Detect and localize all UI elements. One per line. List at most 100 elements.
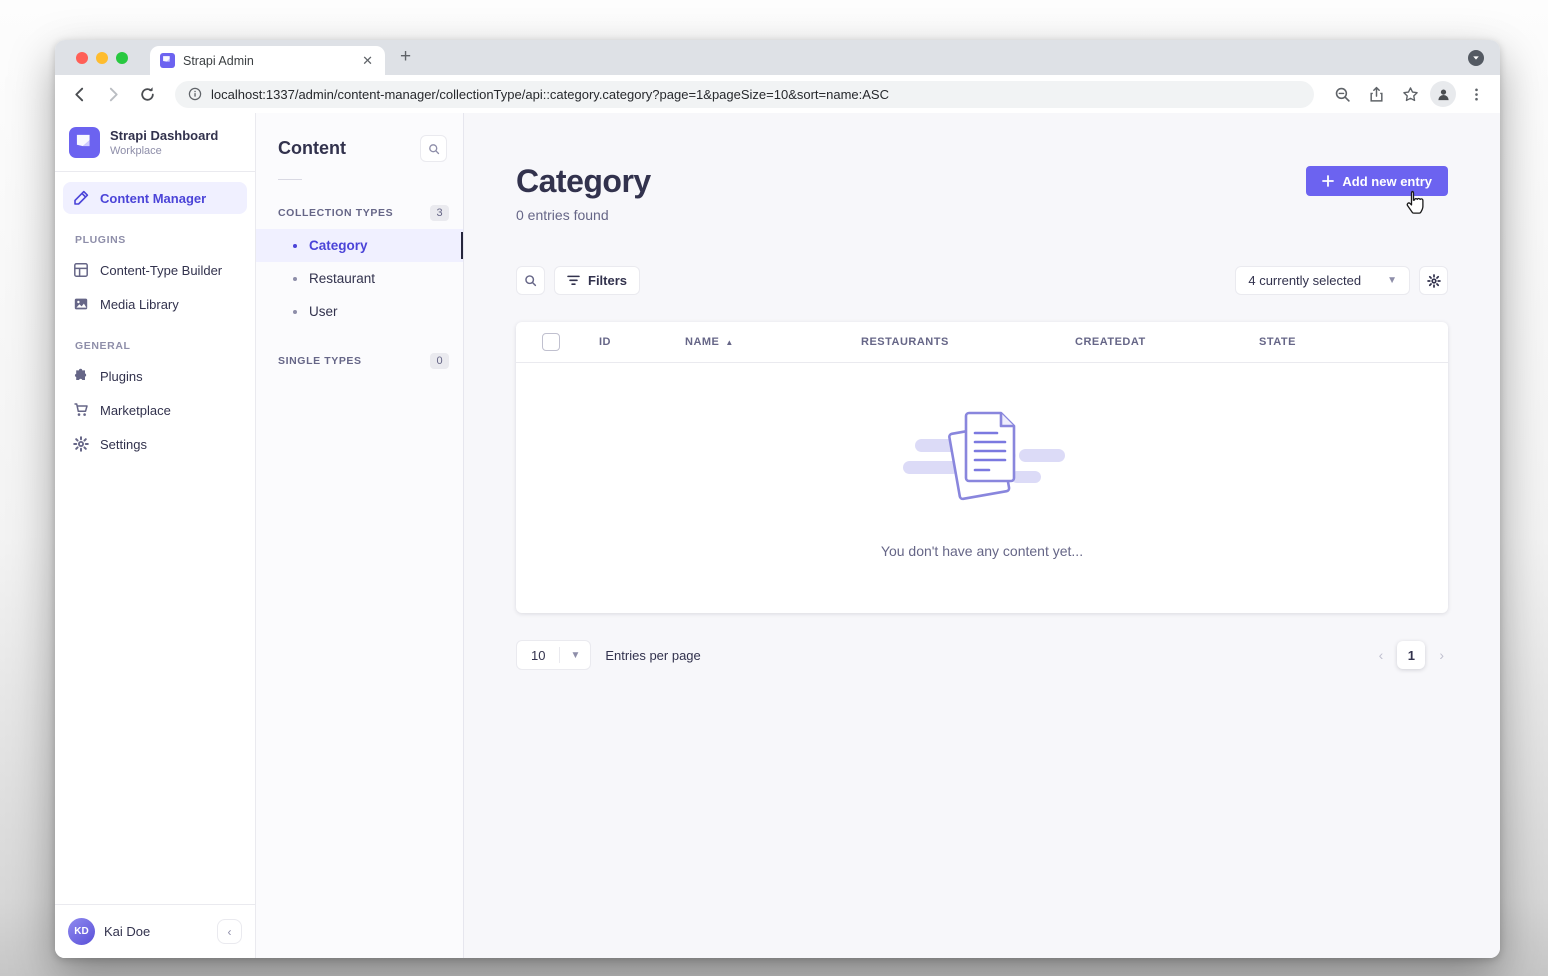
- browser-tabstrip: Strapi Admin ✕ +: [55, 40, 1500, 75]
- subnav-item-category[interactable]: Category: [256, 229, 463, 262]
- filters-label: Filters: [588, 273, 627, 288]
- forward-button[interactable]: [99, 80, 127, 108]
- strapi-favicon-icon: [160, 53, 175, 68]
- subnav-search-button[interactable]: [420, 135, 447, 162]
- browser-window: Strapi Admin ✕ + localhost:1337/admin/co…: [55, 40, 1500, 958]
- filter-icon: [567, 275, 580, 286]
- search-icon: [428, 143, 440, 155]
- previous-page-button[interactable]: ‹: [1375, 647, 1388, 663]
- reload-button[interactable]: [133, 80, 161, 108]
- select-all-checkbox[interactable]: [542, 333, 560, 351]
- maximize-window-button[interactable]: [116, 52, 128, 64]
- sidebar-item-settings[interactable]: Settings: [63, 428, 247, 460]
- content-subnav: Content COLLECTION TYPES 3 Category Rest…: [256, 113, 464, 958]
- tab-title: Strapi Admin: [183, 54, 352, 68]
- pagination-row: 10 ▼ Entries per page ‹ 1 ›: [516, 640, 1448, 670]
- sidebar-item-label: Content-Type Builder: [100, 263, 222, 278]
- page-title: Category: [516, 163, 651, 200]
- layout-icon: [73, 262, 89, 278]
- minimize-window-button[interactable]: [96, 52, 108, 64]
- chevron-down-icon: [1472, 54, 1480, 62]
- column-header-state[interactable]: STATE: [1259, 336, 1448, 348]
- page-size-select[interactable]: 10 ▼: [516, 640, 591, 670]
- browser-tab[interactable]: Strapi Admin ✕: [150, 46, 385, 75]
- user-avatar[interactable]: KD: [68, 918, 95, 945]
- sidebar-item-content-manager[interactable]: Content Manager: [63, 182, 247, 214]
- subnav-divider: [278, 179, 302, 180]
- bullet-icon: [293, 310, 297, 314]
- column-header-createdat[interactable]: CREATEDAT: [1075, 336, 1259, 348]
- sidebar-nav: Content Manager PLUGINS Content-Type Bui…: [55, 172, 255, 462]
- main-sidebar: Strapi Dashboard Workplace Content Manag…: [55, 113, 256, 958]
- site-info-icon[interactable]: [188, 87, 202, 101]
- share-icon[interactable]: [1362, 80, 1390, 108]
- browser-menu-icon[interactable]: [1462, 80, 1490, 108]
- url-text: localhost:1337/admin/content-manager/col…: [211, 87, 889, 102]
- single-types-count: 0: [430, 353, 449, 369]
- sidebar-section-general: GENERAL: [75, 340, 247, 352]
- column-header-id[interactable]: ID: [599, 336, 685, 348]
- zoom-icon[interactable]: [1328, 80, 1356, 108]
- fields-select[interactable]: 4 currently selected ▼: [1235, 266, 1410, 295]
- sidebar-section-plugins: PLUGINS: [75, 234, 247, 246]
- sidebar-item-label: Content Manager: [100, 191, 206, 206]
- column-header-name[interactable]: NAME ▲: [685, 336, 861, 348]
- collapse-sidebar-button[interactable]: ‹: [217, 919, 242, 944]
- chevron-down-icon: ▼: [1387, 275, 1397, 286]
- gear-icon: [1427, 274, 1441, 288]
- sidebar-user-footer: KD Kai Doe ‹: [55, 904, 255, 958]
- collection-types-count: 3: [430, 205, 449, 221]
- empty-documents-illustration: [893, 401, 1071, 513]
- column-header-label: NAME: [685, 336, 719, 348]
- workspace-brand[interactable]: Strapi Dashboard Workplace: [55, 113, 255, 171]
- puzzle-icon: [73, 368, 89, 384]
- bullet-icon: [293, 277, 297, 281]
- sidebar-item-marketplace[interactable]: Marketplace: [63, 394, 247, 426]
- plus-icon: [1322, 175, 1334, 187]
- add-new-entry-label: Add new entry: [1342, 174, 1432, 189]
- empty-state-message: You don't have any content yet...: [881, 543, 1083, 559]
- view-settings-button[interactable]: [1419, 266, 1448, 295]
- entries-per-page-label: Entries per page: [605, 648, 700, 663]
- bookmark-star-icon[interactable]: [1396, 80, 1424, 108]
- entries-table: ID NAME ▲ RESTAURANTS CREATEDAT STATE: [516, 322, 1448, 613]
- new-tab-button[interactable]: +: [400, 47, 411, 67]
- subnav-item-label: User: [309, 304, 338, 319]
- cart-icon: [73, 402, 89, 418]
- sort-ascending-icon: ▲: [725, 338, 733, 347]
- url-bar[interactable]: localhost:1337/admin/content-manager/col…: [175, 81, 1314, 108]
- bullet-icon: [293, 244, 297, 248]
- chevron-down-icon: ▼: [560, 650, 590, 661]
- search-entries-button[interactable]: [516, 266, 545, 295]
- entries-count: 0 entries found: [516, 207, 651, 223]
- add-new-entry-button[interactable]: Add new entry: [1306, 166, 1448, 196]
- tab-close-icon[interactable]: ✕: [360, 53, 375, 69]
- subnav-item-restaurant[interactable]: Restaurant: [256, 262, 463, 295]
- sidebar-item-plugins[interactable]: Plugins: [63, 360, 247, 392]
- back-button[interactable]: [65, 80, 93, 108]
- browser-profile-avatar[interactable]: [1430, 81, 1456, 107]
- sidebar-item-media-library[interactable]: Media Library: [63, 288, 247, 320]
- close-window-button[interactable]: [76, 52, 88, 64]
- user-name: Kai Doe: [104, 924, 150, 939]
- single-types-label: SINGLE TYPES: [278, 355, 362, 367]
- strapi-admin-app: Strapi Dashboard Workplace Content Manag…: [55, 113, 1500, 958]
- workspace-subtitle: Workplace: [110, 144, 218, 158]
- sidebar-item-content-type-builder[interactable]: Content-Type Builder: [63, 254, 247, 286]
- tab-search-button[interactable]: [1468, 50, 1484, 66]
- sidebar-item-label: Marketplace: [100, 403, 171, 418]
- gear-icon: [73, 436, 89, 452]
- filters-button[interactable]: Filters: [554, 266, 640, 295]
- current-page-button[interactable]: 1: [1397, 641, 1425, 669]
- column-header-restaurants[interactable]: RESTAURANTS: [861, 336, 1075, 348]
- workspace-title: Strapi Dashboard: [110, 128, 218, 144]
- strapi-logo-icon: [69, 127, 100, 158]
- subnav-item-label: Restaurant: [309, 271, 375, 286]
- browser-toolbar: localhost:1337/admin/content-manager/col…: [55, 75, 1500, 113]
- page-size-value: 10: [517, 648, 559, 663]
- next-page-button[interactable]: ›: [1435, 647, 1448, 663]
- table-header-row: ID NAME ▲ RESTAURANTS CREATEDAT STATE: [516, 322, 1448, 363]
- collection-types-label: COLLECTION TYPES: [278, 207, 393, 219]
- window-controls: [76, 52, 128, 64]
- subnav-item-user[interactable]: User: [256, 295, 463, 328]
